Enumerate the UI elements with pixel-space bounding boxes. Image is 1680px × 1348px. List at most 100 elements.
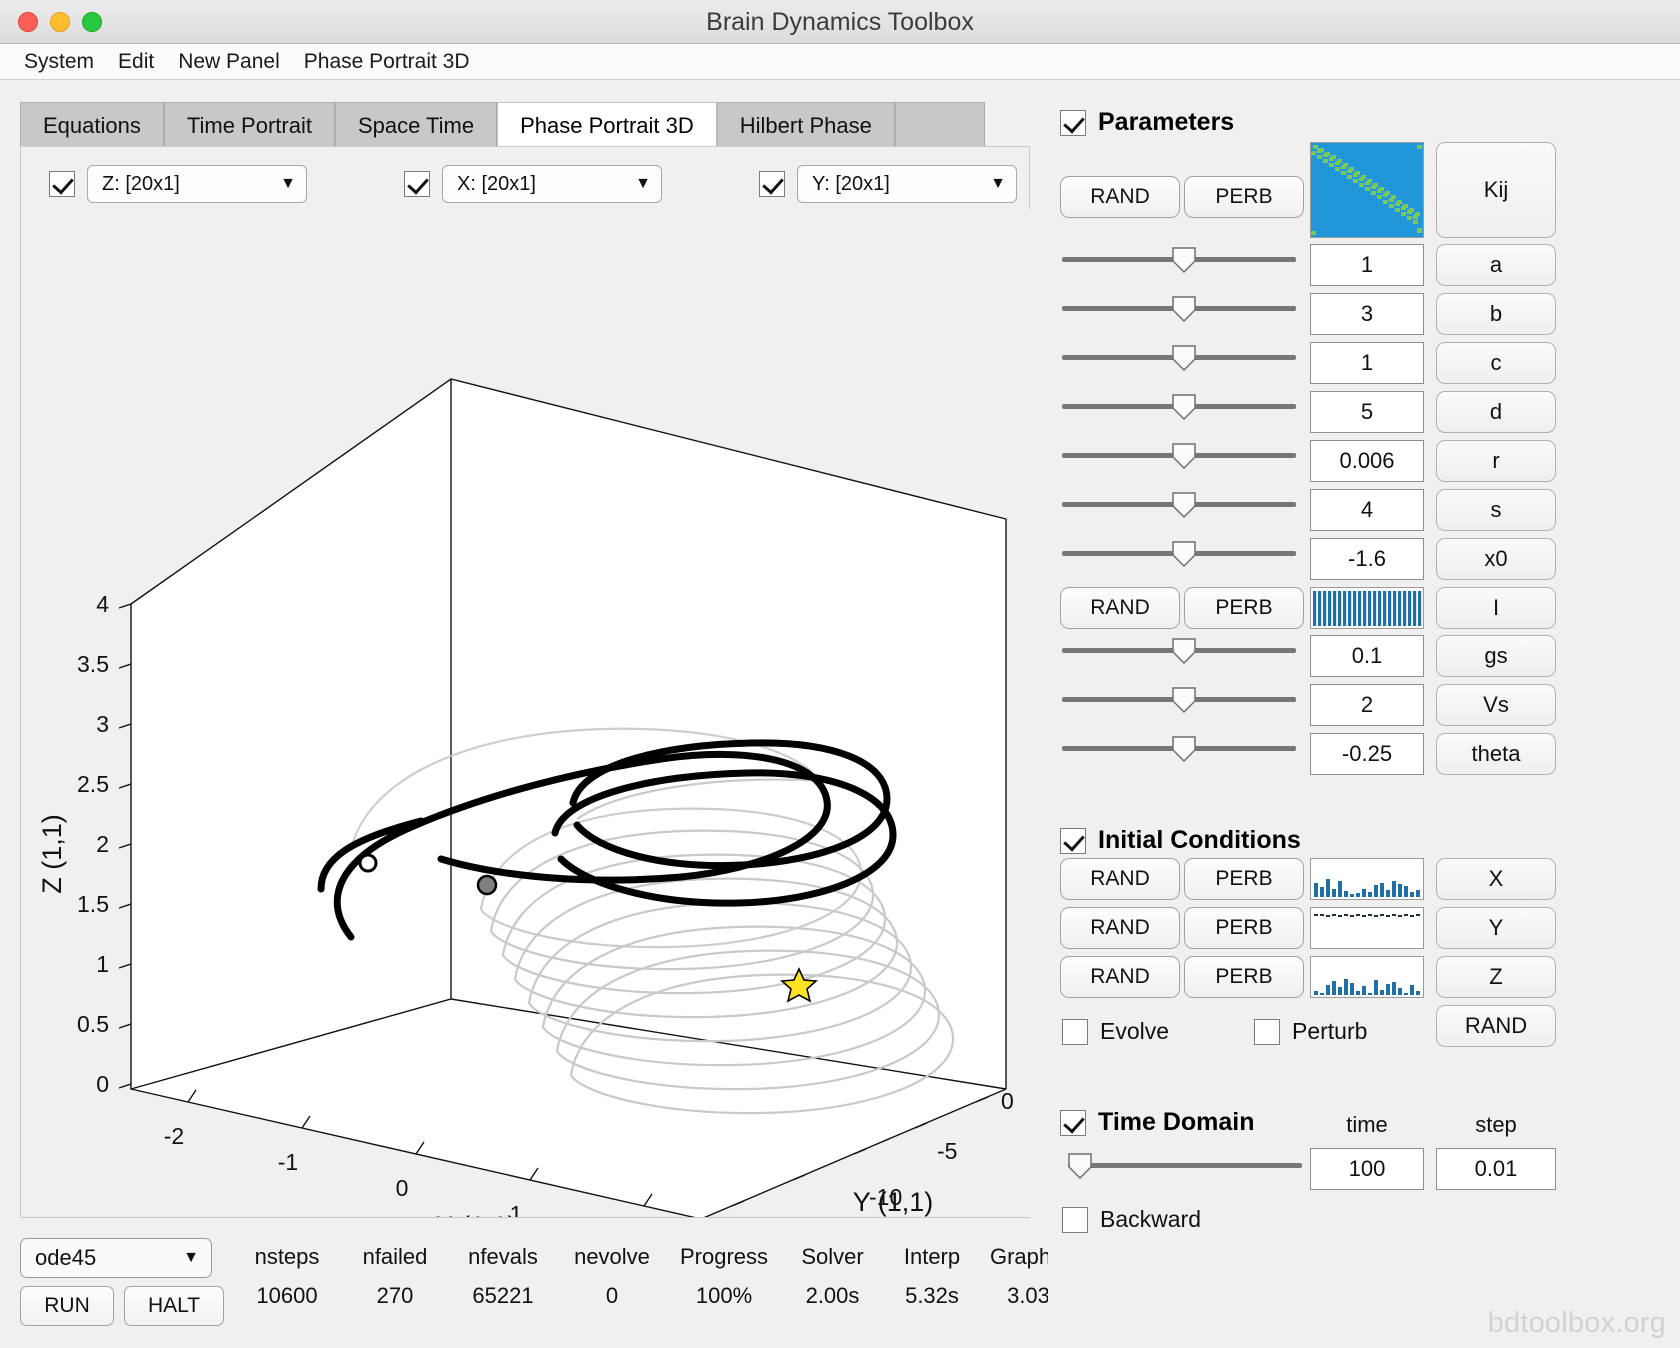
menu-phase-portrait-3d[interactable]: Phase Portrait 3D bbox=[292, 48, 482, 76]
z-selector-checkbox[interactable] bbox=[49, 171, 75, 197]
param-label-gs[interactable]: gs bbox=[1436, 635, 1556, 677]
ic-perb-button-z[interactable]: PERB bbox=[1184, 956, 1304, 998]
parameters-section-header: Parameters bbox=[1060, 108, 1234, 137]
parameters-checkbox[interactable] bbox=[1060, 110, 1086, 136]
ic-label-z[interactable]: Z bbox=[1436, 956, 1556, 998]
ic-y-barchart bbox=[1311, 908, 1423, 948]
y-selector-dropdown[interactable]: Y: [20x1] ▼ bbox=[797, 165, 1017, 203]
ic-perb-button-x[interactable]: PERB bbox=[1184, 858, 1304, 900]
parameters-perb-button-i[interactable]: PERB bbox=[1184, 587, 1304, 629]
svg-text:0: 0 bbox=[396, 1175, 409, 1201]
x-selector-checkbox[interactable] bbox=[404, 171, 430, 197]
param-value-d[interactable]: 5 bbox=[1310, 391, 1424, 433]
ic-rand-button-x[interactable]: RAND bbox=[1060, 858, 1180, 900]
parameters-rand-button-i[interactable]: RAND bbox=[1060, 587, 1180, 629]
param-value-vs[interactable]: 2 bbox=[1310, 684, 1424, 726]
x-selector-dropdown[interactable]: X: [20x1] ▼ bbox=[442, 165, 662, 203]
ic-rand-all-button[interactable]: RAND bbox=[1436, 1005, 1556, 1047]
param-label-kij[interactable]: Kij bbox=[1436, 142, 1556, 238]
step-value-input[interactable]: 0.01 bbox=[1436, 1148, 1556, 1190]
svg-text:2: 2 bbox=[96, 831, 109, 857]
time-domain-slider[interactable] bbox=[1068, 1153, 1302, 1179]
param-slider-vs[interactable] bbox=[1062, 687, 1296, 713]
param-slider-gs[interactable] bbox=[1062, 638, 1296, 664]
backward-checkbox[interactable] bbox=[1062, 1207, 1088, 1233]
ic-perb-button-y[interactable]: PERB bbox=[1184, 907, 1304, 949]
param-label-b[interactable]: b bbox=[1436, 293, 1556, 335]
z-selector-dropdown[interactable]: Z: [20x1] ▼ bbox=[87, 165, 307, 203]
ic-label-y[interactable]: Y bbox=[1436, 907, 1556, 949]
param-value-gs[interactable]: 0.1 bbox=[1310, 635, 1424, 677]
param-slider-d[interactable] bbox=[1062, 394, 1296, 420]
stat-nevolve: nevolve 0 bbox=[556, 1242, 668, 1311]
param-value-a[interactable]: 1 bbox=[1310, 244, 1424, 286]
ic-rand-button-z[interactable]: RAND bbox=[1060, 956, 1180, 998]
ic-thumbnail-y[interactable] bbox=[1310, 907, 1424, 949]
param-slider-c[interactable] bbox=[1062, 345, 1296, 371]
tab-phase-portrait-3d[interactable]: Phase Portrait 3D bbox=[497, 102, 717, 148]
backward-label: Backward bbox=[1100, 1206, 1201, 1233]
param-value-s[interactable]: 4 bbox=[1310, 489, 1424, 531]
start-marker bbox=[360, 855, 376, 871]
solver-dropdown[interactable]: ode45 ▼ bbox=[20, 1238, 212, 1278]
run-button[interactable]: RUN bbox=[20, 1286, 114, 1326]
stat-nfailed: nfailed 270 bbox=[340, 1242, 450, 1311]
param-label-c[interactable]: c bbox=[1436, 342, 1556, 384]
phase-portrait-3d-plot[interactable]: 4 3.5 3 2.5 2 1.5 1 0.5 0 Z (1,1) bbox=[21, 209, 1031, 1217]
evolve-checkbox[interactable] bbox=[1062, 1019, 1088, 1045]
param-label-i[interactable]: I bbox=[1436, 587, 1556, 629]
time-value-input[interactable]: 100 bbox=[1310, 1148, 1424, 1190]
parameters-rand-button-kij[interactable]: RAND bbox=[1060, 176, 1180, 218]
perturb-checkbox[interactable] bbox=[1254, 1019, 1280, 1045]
stat-nfevals: nfevals 65221 bbox=[447, 1242, 559, 1311]
ic-thumbnail-x[interactable] bbox=[1310, 858, 1424, 900]
menu-edit[interactable]: Edit bbox=[106, 48, 166, 76]
initial-conditions-checkbox[interactable] bbox=[1060, 828, 1086, 854]
tab-hilbert-phase[interactable]: Hilbert Phase bbox=[717, 102, 895, 148]
param-slider-r[interactable] bbox=[1062, 443, 1296, 469]
solver-stats: nsteps 10600 nfailed 270 nfevals 65221 n… bbox=[232, 1232, 1042, 1332]
param-label-a[interactable]: a bbox=[1436, 244, 1556, 286]
parameters-perb-button-kij[interactable]: PERB bbox=[1184, 176, 1304, 218]
param-value-r[interactable]: 0.006 bbox=[1310, 440, 1424, 482]
ic-rand-button-y[interactable]: RAND bbox=[1060, 907, 1180, 949]
menu-bar: System Edit New Panel Phase Portrait 3D bbox=[0, 44, 1680, 80]
param-slider-theta[interactable] bbox=[1062, 736, 1296, 762]
kij-matrix-image bbox=[1311, 143, 1423, 237]
tab-space-time[interactable]: Space Time bbox=[335, 102, 497, 148]
tab-equations[interactable]: Equations bbox=[20, 102, 164, 148]
time-domain-checkbox[interactable] bbox=[1060, 1110, 1086, 1136]
param-value-theta[interactable]: -0.25 bbox=[1310, 733, 1424, 775]
param-label-d[interactable]: d bbox=[1436, 391, 1556, 433]
evolve-label: Evolve bbox=[1100, 1018, 1169, 1045]
ic-label-x[interactable]: X bbox=[1436, 858, 1556, 900]
param-value-x0[interactable]: -1.6 bbox=[1310, 538, 1424, 580]
param-label-x0[interactable]: x0 bbox=[1436, 538, 1556, 580]
param-slider-a[interactable] bbox=[1062, 247, 1296, 273]
i-vector-thumbnail[interactable] bbox=[1310, 587, 1424, 629]
tab-strip-filler bbox=[895, 102, 985, 148]
halt-button[interactable]: HALT bbox=[124, 1286, 224, 1326]
ic-z-barchart bbox=[1311, 957, 1423, 997]
param-label-s[interactable]: s bbox=[1436, 489, 1556, 531]
window-title: Brain Dynamics Toolbox bbox=[0, 0, 1680, 44]
param-slider-s[interactable] bbox=[1062, 492, 1296, 518]
param-slider-x0[interactable] bbox=[1062, 541, 1296, 567]
kij-matrix-thumbnail[interactable] bbox=[1310, 142, 1424, 238]
param-label-theta[interactable]: theta bbox=[1436, 733, 1556, 775]
tab-time-portrait[interactable]: Time Portrait bbox=[164, 102, 335, 148]
param-value-c[interactable]: 1 bbox=[1310, 342, 1424, 384]
param-label-vs[interactable]: Vs bbox=[1436, 684, 1556, 726]
y-selector-group: Y: [20x1] ▼ bbox=[759, 165, 1017, 203]
svg-text:3.5: 3.5 bbox=[77, 651, 109, 677]
menu-system[interactable]: System bbox=[12, 48, 106, 76]
menu-new-panel[interactable]: New Panel bbox=[166, 48, 292, 76]
param-value-b[interactable]: 3 bbox=[1310, 293, 1424, 335]
param-label-r[interactable]: r bbox=[1436, 440, 1556, 482]
z-selector-group: Z: [20x1] ▼ bbox=[49, 165, 307, 203]
y-selector-checkbox[interactable] bbox=[759, 171, 785, 197]
watermark: bdtoolbox.org bbox=[1488, 1307, 1666, 1340]
param-slider-b[interactable] bbox=[1062, 296, 1296, 322]
perturb-row: Perturb bbox=[1254, 1018, 1367, 1045]
ic-thumbnail-z[interactable] bbox=[1310, 956, 1424, 998]
